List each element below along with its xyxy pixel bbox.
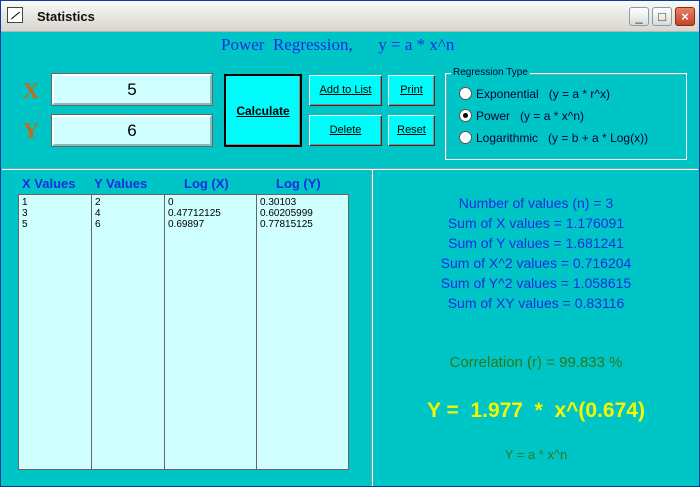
- log-x-list[interactable]: 0 0.47712125 0.69897: [164, 194, 257, 470]
- list-item[interactable]: 0.60205999: [260, 208, 345, 219]
- radio-power[interactable]: Power (y = a * x^n): [459, 109, 584, 123]
- delete-button[interactable]: Delete: [309, 115, 382, 146]
- close-button[interactable]: ×: [675, 7, 695, 26]
- list-item[interactable]: 0.47712125: [168, 208, 253, 219]
- list-item[interactable]: 4: [95, 208, 161, 219]
- radio-logarithmic-icon[interactable]: [459, 131, 472, 144]
- reset-label: Reset: [397, 124, 426, 136]
- x-label: X: [23, 78, 39, 103]
- horizontal-divider: [2, 168, 698, 170]
- radio-logarithmic-label: Logarithmic (y = b + a * Log(x)): [476, 131, 649, 145]
- list-item[interactable]: 2: [95, 197, 161, 208]
- correlation-text: Correlation (r) = 99.833 %: [449, 354, 623, 371]
- calculate-label: Calculate: [236, 104, 290, 118]
- list-item[interactable]: 3: [22, 208, 88, 219]
- minimize-button[interactable]: _: [629, 7, 649, 26]
- title-bar[interactable]: Statistics _ □ ×: [1, 1, 699, 32]
- app-icon: [7, 7, 23, 23]
- header-y-values: Y Values: [94, 176, 148, 191]
- list-item[interactable]: 5: [22, 219, 88, 230]
- radio-exponential[interactable]: Exponential (y = a * r^x): [459, 87, 610, 101]
- formula-text: Y = a * x^n: [504, 447, 568, 462]
- header-log-y: Log (Y): [276, 176, 321, 191]
- maximize-button[interactable]: □: [652, 7, 672, 26]
- stat-sum-y: Sum of Y values = 1.681241: [448, 235, 624, 251]
- stat-sum-xy: Sum of XY values = 0.83116: [447, 295, 625, 311]
- delete-label: Delete: [329, 124, 362, 136]
- list-item[interactable]: 6: [95, 219, 161, 230]
- list-item[interactable]: 0.69897: [168, 219, 253, 230]
- calculate-button[interactable]: Calculate: [224, 74, 302, 147]
- add-to-list-button[interactable]: Add to List: [309, 75, 382, 106]
- radio-power-label: Power (y = a * x^n): [476, 109, 584, 123]
- list-item[interactable]: 1: [22, 197, 88, 208]
- list-item[interactable]: 0.30103: [260, 197, 345, 208]
- regression-result: Y = 1.977 * x^(0.674): [427, 399, 645, 422]
- regression-type-title: Regression Type: [451, 67, 530, 78]
- y-label: Y: [23, 118, 39, 143]
- stat-sum-y2: Sum of Y^2 values = 1.058615: [440, 275, 632, 291]
- print-label: Print: [400, 84, 423, 96]
- stat-count: Number of values (n) = 3: [458, 195, 614, 211]
- y-values-list[interactable]: 2 4 6: [91, 194, 165, 470]
- regression-heading: Power Regression, y = a * x^n: [221, 35, 455, 54]
- radio-power-icon[interactable]: [459, 109, 472, 122]
- x-values-list[interactable]: 1 3 5: [18, 194, 92, 470]
- reset-button[interactable]: Reset: [388, 115, 435, 146]
- log-y-list[interactable]: 0.30103 0.60205999 0.77815125: [256, 194, 349, 470]
- window-title: Statistics: [37, 9, 95, 24]
- header-log-x: Log (X): [184, 176, 229, 191]
- statistics-window: Statistics _ □ × Power Regression, y = a…: [0, 0, 700, 487]
- list-item[interactable]: 0.77815125: [260, 219, 345, 230]
- print-button[interactable]: Print: [388, 75, 435, 106]
- add-to-list-label: Add to List: [319, 84, 372, 96]
- y-input[interactable]: 6: [51, 114, 213, 147]
- x-input[interactable]: 5: [51, 73, 213, 106]
- stat-sum-x2: Sum of X^2 values = 0.716204: [440, 255, 632, 271]
- stat-sum-x: Sum of X values = 1.176091: [447, 215, 625, 231]
- radio-logarithmic[interactable]: Logarithmic (y = b + a * Log(x)): [459, 131, 648, 145]
- radio-exponential-label: Exponential (y = a * r^x): [476, 87, 611, 101]
- list-item[interactable]: 0: [168, 197, 253, 208]
- header-x-values: X Values: [22, 176, 76, 191]
- radio-exponential-icon[interactable]: [459, 87, 472, 100]
